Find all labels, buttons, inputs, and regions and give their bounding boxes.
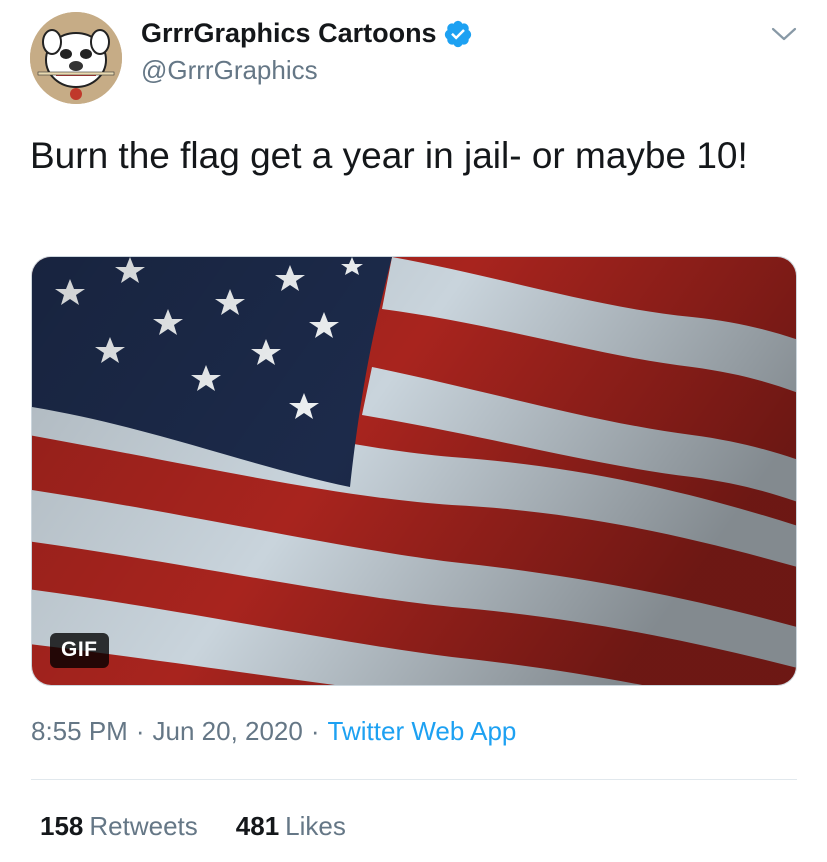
likes-label: Likes bbox=[285, 811, 346, 841]
retweets-stat[interactable]: 158 Retweets bbox=[40, 811, 198, 842]
author-display-name[interactable]: GrrrGraphics Cartoons bbox=[141, 18, 473, 49]
bulldog-avatar-icon bbox=[30, 12, 122, 104]
divider bbox=[31, 779, 797, 780]
retweets-count: 158 bbox=[40, 811, 84, 841]
tweet-time[interactable]: 8:55 PM bbox=[31, 716, 128, 746]
tweet-media-gif[interactable]: GIF bbox=[31, 256, 797, 686]
author-handle[interactable]: @GrrrGraphics bbox=[141, 55, 318, 86]
verified-badge-icon bbox=[444, 20, 471, 47]
american-flag-image bbox=[32, 257, 796, 685]
likes-stat[interactable]: 481 Likes bbox=[236, 811, 346, 842]
chevron-down-icon bbox=[771, 27, 797, 41]
tweet-date[interactable]: Jun 20, 2020 bbox=[153, 716, 303, 746]
tweet-metadata: 8:55 PM · Jun 20, 2020 · Twitter Web App bbox=[31, 716, 516, 747]
author-avatar[interactable] bbox=[30, 12, 122, 104]
separator-dot: · bbox=[310, 716, 320, 746]
more-options-button[interactable] bbox=[768, 22, 800, 46]
retweets-label: Retweets bbox=[89, 811, 198, 841]
display-name-text: GrrrGraphics Cartoons bbox=[141, 18, 437, 48]
likes-count: 481 bbox=[235, 811, 280, 841]
tweet-source-link[interactable]: Twitter Web App bbox=[328, 716, 517, 746]
tweet-stats: 158 Retweets 481 Likes bbox=[40, 811, 384, 842]
gif-badge: GIF bbox=[50, 633, 109, 668]
tweet-text: Burn the flag get a year in jail- or may… bbox=[30, 135, 748, 176]
separator-dot: · bbox=[135, 716, 145, 746]
